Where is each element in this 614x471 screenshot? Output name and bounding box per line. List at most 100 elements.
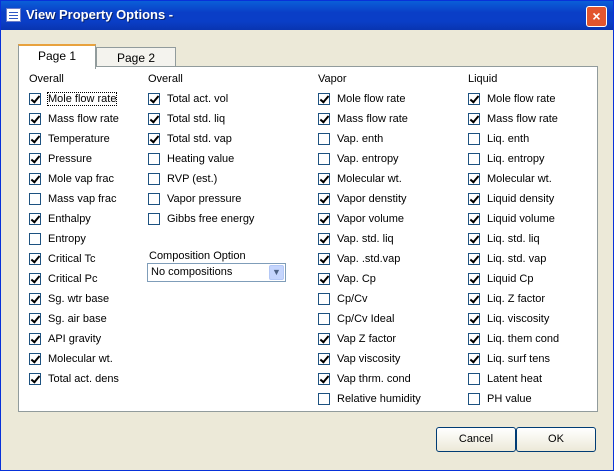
property-checkbox[interactable]: RVP (est.) [148,171,217,187]
checkbox-checked-icon[interactable] [29,173,41,185]
property-checkbox[interactable]: Liq. std. liq [468,231,540,247]
checkbox-checked-icon[interactable] [468,313,480,325]
checkbox-checked-icon[interactable] [468,293,480,305]
property-checkbox[interactable]: Vap. .std.vap [318,251,400,267]
property-checkbox[interactable]: Liq. them cond [468,331,559,347]
checkbox-unchecked-icon[interactable] [318,313,330,325]
property-checkbox[interactable]: Molecular wt. [29,351,113,367]
checkbox-checked-icon[interactable] [29,293,41,305]
checkbox-unchecked-icon[interactable] [318,393,330,405]
property-checkbox[interactable]: Liquid Cp [468,271,533,287]
checkbox-unchecked-icon[interactable] [468,153,480,165]
checkbox-checked-icon[interactable] [29,353,41,365]
property-checkbox[interactable]: Liq. entropy [468,151,544,167]
property-checkbox[interactable]: Cp/Cv [318,291,368,307]
property-checkbox[interactable]: Critical Tc [29,251,95,267]
checkbox-unchecked-icon[interactable] [148,173,160,185]
property-checkbox[interactable]: Enthalpy [29,211,91,227]
checkbox-checked-icon[interactable] [29,313,41,325]
property-checkbox[interactable]: Entropy [29,231,86,247]
property-checkbox[interactable]: Liq. viscosity [468,311,549,327]
checkbox-checked-icon[interactable] [29,93,41,105]
property-checkbox[interactable]: Total act. dens [29,371,119,387]
property-checkbox[interactable]: Mole flow rate [468,91,555,107]
property-checkbox[interactable]: Liq. enth [468,131,529,147]
checkbox-checked-icon[interactable] [148,133,160,145]
checkbox-checked-icon[interactable] [318,193,330,205]
property-checkbox[interactable]: Sg. wtr base [29,291,109,307]
checkbox-checked-icon[interactable] [468,333,480,345]
checkbox-checked-icon[interactable] [29,133,41,145]
checkbox-checked-icon[interactable] [468,213,480,225]
checkbox-checked-icon[interactable] [318,93,330,105]
property-checkbox[interactable]: Latent heat [468,371,542,387]
checkbox-checked-icon[interactable] [318,333,330,345]
property-checkbox[interactable]: Vapor denstity [318,191,407,207]
checkbox-checked-icon[interactable] [29,213,41,225]
checkbox-checked-icon[interactable] [29,333,41,345]
checkbox-checked-icon[interactable] [318,273,330,285]
property-checkbox[interactable]: Mole flow rate [318,91,405,107]
checkbox-checked-icon[interactable] [318,113,330,125]
checkbox-checked-icon[interactable] [468,273,480,285]
checkbox-checked-icon[interactable] [29,373,41,385]
checkbox-unchecked-icon[interactable] [318,293,330,305]
property-checkbox[interactable]: Liquid volume [468,211,555,227]
checkbox-unchecked-icon[interactable] [148,213,160,225]
checkbox-unchecked-icon[interactable] [468,133,480,145]
property-checkbox[interactable]: Liquid density [468,191,554,207]
cancel-button[interactable]: Cancel [436,427,516,452]
property-checkbox[interactable]: Vapor volume [318,211,404,227]
checkbox-checked-icon[interactable] [318,173,330,185]
checkbox-checked-icon[interactable] [468,193,480,205]
close-button[interactable]: × [586,6,607,27]
checkbox-unchecked-icon[interactable] [29,233,41,245]
property-checkbox[interactable]: Mass vap frac [29,191,116,207]
property-checkbox[interactable]: Liq. Z factor [468,291,545,307]
checkbox-unchecked-icon[interactable] [468,393,480,405]
ok-button[interactable]: OK [516,427,596,452]
property-checkbox[interactable]: Total std. liq [148,111,225,127]
checkbox-unchecked-icon[interactable] [468,373,480,385]
checkbox-unchecked-icon[interactable] [148,193,160,205]
checkbox-checked-icon[interactable] [468,353,480,365]
checkbox-checked-icon[interactable] [29,153,41,165]
property-checkbox[interactable]: Sg. air base [29,311,107,327]
property-checkbox[interactable]: Vap. entropy [318,151,399,167]
property-checkbox[interactable]: Gibbs free energy [148,211,254,227]
property-checkbox[interactable]: Heating value [148,151,234,167]
property-checkbox[interactable]: Molecular wt. [468,171,552,187]
composition-option-select[interactable]: No compositions ▼ [147,263,286,282]
checkbox-checked-icon[interactable] [148,93,160,105]
property-checkbox[interactable]: Mass flow rate [318,111,408,127]
property-checkbox[interactable]: Liq. std. vap [468,251,546,267]
checkbox-checked-icon[interactable] [29,113,41,125]
checkbox-checked-icon[interactable] [318,233,330,245]
checkbox-checked-icon[interactable] [468,173,480,185]
property-checkbox[interactable]: Vapor pressure [148,191,241,207]
property-checkbox[interactable]: Vap. Cp [318,271,376,287]
checkbox-checked-icon[interactable] [318,213,330,225]
property-checkbox[interactable]: Relative humidity [318,391,421,407]
chevron-down-icon[interactable]: ▼ [269,265,284,280]
checkbox-unchecked-icon[interactable] [148,153,160,165]
property-checkbox[interactable]: Pressure [29,151,92,167]
property-checkbox[interactable]: Vap. enth [318,131,383,147]
checkbox-unchecked-icon[interactable] [318,133,330,145]
checkbox-checked-icon[interactable] [29,273,41,285]
checkbox-unchecked-icon[interactable] [29,193,41,205]
checkbox-checked-icon[interactable] [318,353,330,365]
property-checkbox[interactable]: Total std. vap [148,131,232,147]
checkbox-checked-icon[interactable] [29,253,41,265]
property-checkbox[interactable]: PH value [468,391,532,407]
property-checkbox[interactable]: Vap. std. liq [318,231,394,247]
checkbox-checked-icon[interactable] [468,233,480,245]
checkbox-checked-icon[interactable] [318,253,330,265]
property-checkbox[interactable]: Temperature [29,131,110,147]
property-checkbox[interactable]: Mass flow rate [468,111,558,127]
property-checkbox[interactable]: Vap thrm. cond [318,371,411,387]
property-checkbox[interactable]: Liq. surf tens [468,351,550,367]
checkbox-checked-icon[interactable] [318,373,330,385]
property-checkbox[interactable]: Critical Pc [29,271,98,287]
property-checkbox[interactable]: API gravity [29,331,101,347]
